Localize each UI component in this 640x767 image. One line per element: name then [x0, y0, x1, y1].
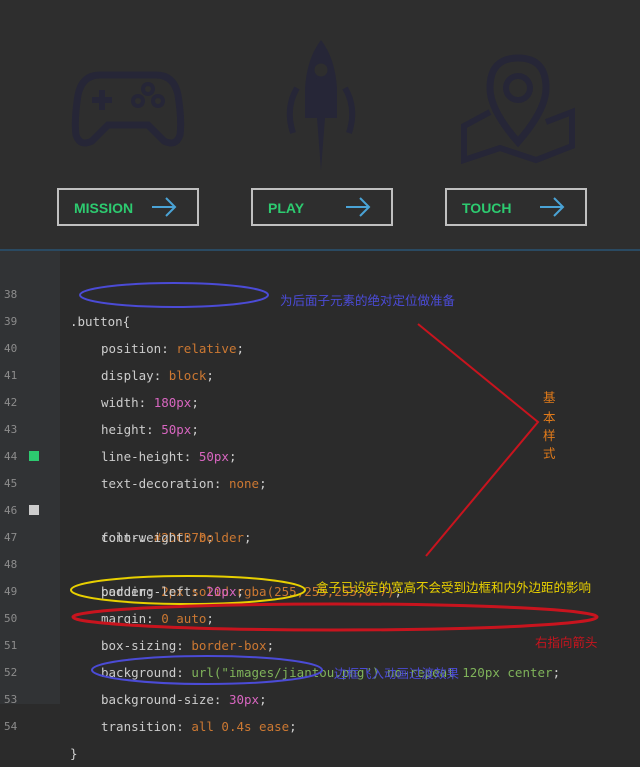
- rocket-icon: [286, 40, 356, 170]
- arrow-right-icon: [346, 197, 371, 217]
- arrow-right-icon: [540, 197, 565, 217]
- touch-button-label: TOUCH: [462, 200, 512, 216]
- code-line: 51 background: url("images/jiantou.png")…: [0, 605, 640, 680]
- code-line: 40 display: block;: [0, 308, 640, 383]
- demo-preview: MISSION PLAY TOUCH: [0, 0, 640, 250]
- closing-brace: }: [70, 746, 78, 761]
- code-line: 49 margin: 0 auto;: [0, 551, 640, 626]
- box-sizing-note: 盒子已设定的宽高不会受到边框和内外边距的影响: [316, 580, 592, 595]
- code-line: 48 padding-left: 20px;: [0, 524, 640, 599]
- touch-button[interactable]: TOUCH: [445, 188, 587, 226]
- code-line: 54 }: [0, 686, 640, 761]
- code-line: 41 width: 180px;: [0, 335, 640, 410]
- basic-style-char: 式: [543, 446, 556, 461]
- play-button[interactable]: PLAY: [251, 188, 393, 226]
- map-pin-icon: [461, 54, 575, 164]
- mission-button[interactable]: MISSION: [57, 188, 199, 226]
- basic-style-char: 样: [543, 428, 556, 443]
- property-name: transition: [101, 719, 177, 734]
- play-button-label: PLAY: [268, 200, 305, 216]
- position-note: 为后面子元素的绝对定位做准备: [280, 293, 456, 308]
- code-line: 42 height: 50px;: [0, 362, 640, 437]
- basic-style-char: 本: [543, 410, 556, 425]
- color-swatch: [29, 451, 39, 461]
- code-line: 38 .button{: [0, 254, 640, 329]
- arrow-right-icon: [152, 197, 177, 217]
- line-number: 54: [4, 720, 18, 733]
- color-swatch: [29, 505, 39, 515]
- mission-button-label: MISSION: [74, 200, 134, 216]
- code-line: 47 border: 2px solid rgba(255,255,255,0.…: [0, 497, 640, 599]
- code-line: 46 font-weight: bolder;: [0, 470, 640, 545]
- gamepad-icon: [71, 71, 185, 147]
- property-value: all 0.4s ease: [191, 719, 290, 734]
- code-line: 53 transition: all 0.4s ease;: [0, 659, 640, 734]
- arrow-note: 右指向箭头: [535, 635, 598, 650]
- basic-style-char: 基: [543, 390, 556, 405]
- transition-note: 边框飞入动画过渡效果: [334, 666, 460, 681]
